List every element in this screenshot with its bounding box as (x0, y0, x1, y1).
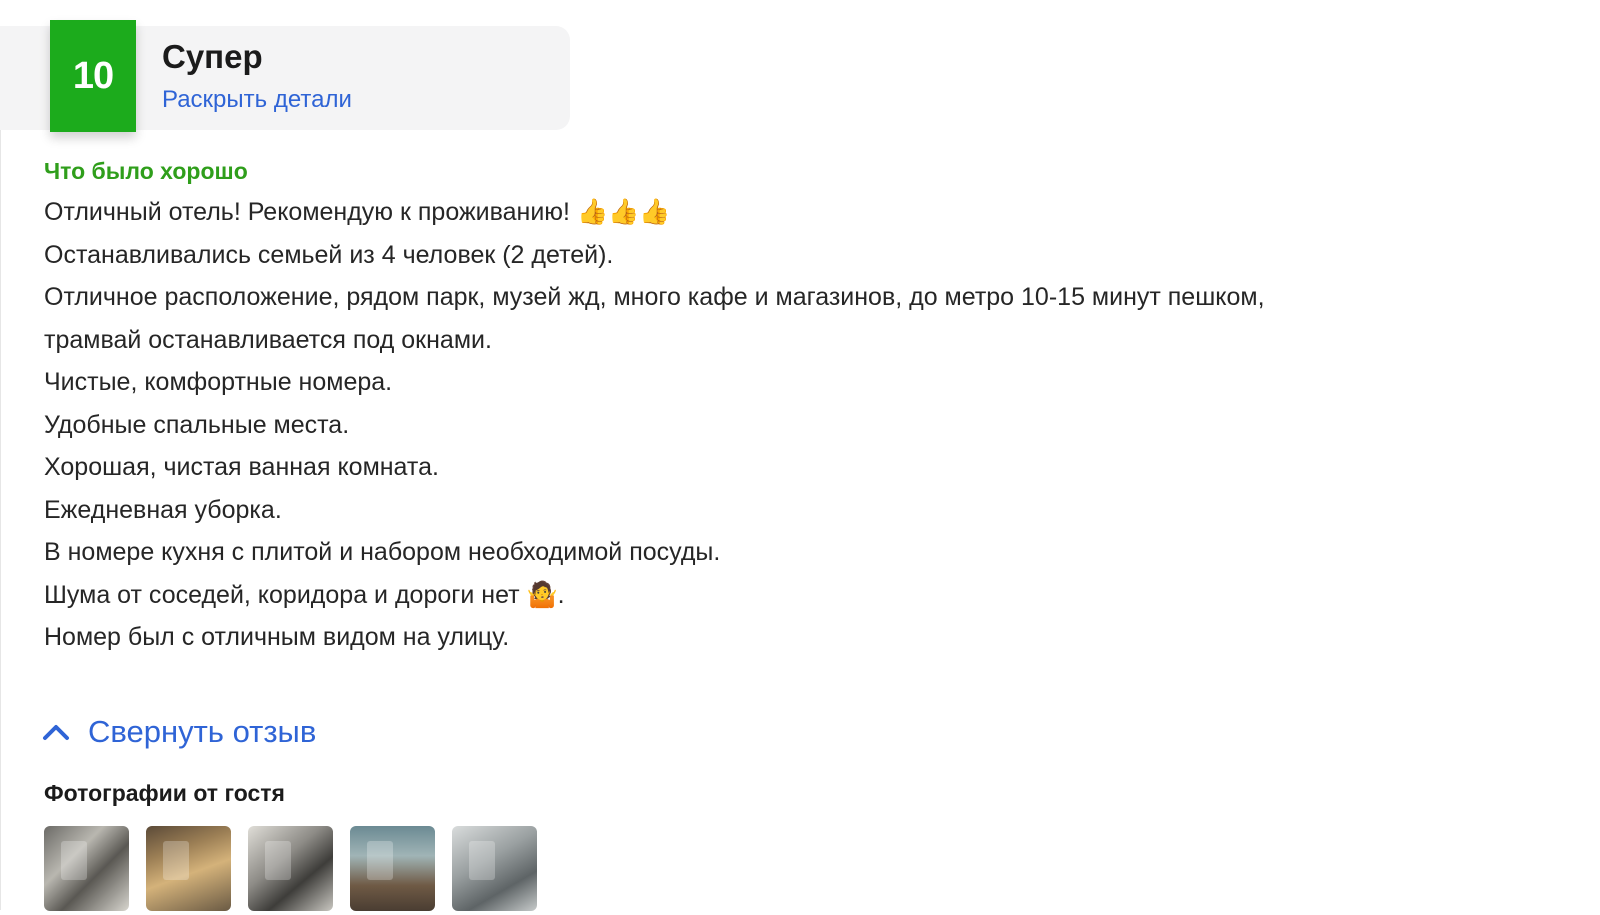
positive-section-heading: Что было хорошо (44, 158, 248, 184)
score-badge: 10 (50, 20, 136, 132)
chevron-up-icon (43, 725, 69, 740)
review-line: Номер был с отличным видом на улицу. (44, 623, 510, 651)
review-text: Отличный отель! Рекомендую к проживанию!… (44, 191, 1544, 659)
guest-photo-thumbnail[interactable] (350, 826, 435, 911)
left-divider (0, 130, 1, 910)
collapse-review-button[interactable]: Свернуть отзыв (42, 714, 316, 750)
review-line: Отличное расположение, рядом парк, музей… (44, 283, 1265, 311)
expand-details-link[interactable]: Раскрыть детали (162, 86, 352, 114)
guest-photos-heading: Фотографии от гостя (44, 780, 285, 806)
collapse-review-label: Свернуть отзыв (88, 714, 317, 749)
review-line: Удобные спальные места. (44, 410, 350, 439)
review-line: Останавливались семьей из 4 человек (2 д… (44, 240, 614, 269)
guest-photo-thumbnail[interactable] (452, 826, 537, 911)
guest-photos-gallery (44, 826, 537, 911)
review-line: В номере кухня с плитой и набором необхо… (44, 538, 721, 566)
guest-photo-thumbnail[interactable] (44, 826, 129, 911)
review-line: Хорошая, чистая ванная комната. (44, 453, 439, 481)
guest-photo-thumbnail[interactable] (248, 826, 333, 911)
review-line: Чистые, комфортные номера. (44, 368, 393, 396)
review-line: Шума от соседей, коридора и дороги нет 🤷… (44, 580, 565, 609)
rating-label: Супер (162, 38, 263, 75)
guest-photo-thumbnail[interactable] (146, 826, 231, 911)
review-card: 10 Супер Раскрыть детали Что было хорошо… (0, 0, 1600, 915)
review-line: трамвай останавливается под окнами. (44, 325, 492, 354)
review-line: Ежедневная уборка. (44, 495, 282, 524)
review-line: Отличный отель! Рекомендую к проживанию!… (44, 198, 671, 226)
